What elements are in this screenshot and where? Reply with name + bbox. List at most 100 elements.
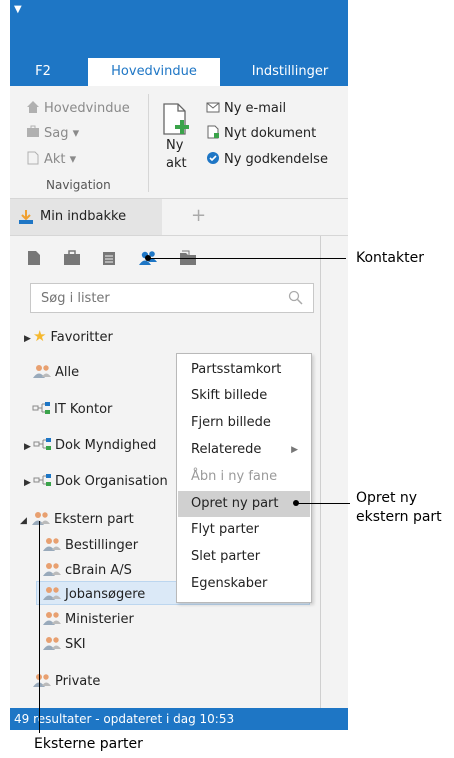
ny-email-button[interactable]: Ny e-mail [206, 100, 286, 116]
ribbon-sag-label: Sag ▾ [44, 126, 80, 141]
organization-icon [32, 402, 50, 414]
expand-caret-icon[interactable]: ▶ [24, 442, 33, 452]
expand-caret-icon[interactable]: ▶ [24, 478, 33, 488]
ribbon-sag-button[interactable]: Sag ▾ [26, 125, 79, 141]
email-icon [206, 102, 220, 113]
list-icon[interactable] [102, 251, 116, 266]
group-icon [43, 538, 61, 551]
tree-label: Ekstern part [54, 512, 134, 527]
submenu-arrow-icon: ▶ [291, 445, 298, 455]
tree-item-alle[interactable]: Alle [32, 363, 79, 380]
tree-label: Dok Organisation [55, 474, 168, 489]
tree-item-cbrain[interactable]: cBrain A/S [42, 561, 132, 578]
tree-item-ekstern-part[interactable]: ◢ Ekstern part [20, 510, 134, 527]
group-icon [43, 612, 61, 625]
ny-email-label: Ny e-mail [224, 101, 287, 116]
menu-item-flyt-parter[interactable]: Flyt parter [178, 517, 310, 543]
callout-line-kontakter [148, 258, 346, 259]
tree-label: Private [55, 674, 101, 689]
callout-dot-opret [293, 500, 299, 506]
tab-min-indbakke[interactable]: Min indbakke [10, 199, 162, 235]
callout-line-eksterne [39, 521, 40, 733]
callout-line-opret [296, 503, 350, 504]
tab-indstillinger[interactable]: Indstillinger [232, 58, 348, 86]
tree-label: Favoritter [50, 330, 113, 345]
tree-label: Alle [55, 365, 80, 380]
ribbon-hovedvindue-button[interactable]: Hovedvindue [26, 100, 130, 116]
tab-hovedvindue[interactable]: Hovedvindue [88, 58, 220, 86]
tree-item-it-kontor[interactable]: IT Kontor [32, 401, 112, 417]
pane-divider [320, 236, 321, 708]
ny-godkendelse-button[interactable]: Ny godkendelse [206, 151, 328, 167]
home-icon [27, 101, 39, 113]
callout-opret-line1: Opret ny [356, 490, 418, 506]
organization-icon [33, 438, 51, 450]
tree-item-jobansogere[interactable]: Jobansøgere [42, 585, 145, 602]
search-input[interactable] [39, 290, 283, 307]
nyt-dokument-label: Nyt dokument [224, 126, 317, 141]
group-icon [33, 674, 51, 687]
tree-label: IT Kontor [54, 402, 113, 417]
search-box[interactable] [30, 283, 314, 313]
tree-item-ministerier[interactable]: Ministerier [42, 610, 134, 627]
tree-item-dok-myndighed[interactable]: ▶ Dok Myndighed [24, 437, 156, 453]
ny-akt-label-line1: Ny [166, 138, 184, 153]
ribbon-separator [148, 94, 149, 192]
callout-dot-kontakter [145, 255, 151, 261]
menu-item-opret-ny-part[interactable]: Opret ny part [178, 491, 310, 517]
tree-item-favoritter[interactable]: ▶ ★ Favoritter [24, 327, 113, 345]
tree-label: cBrain A/S [65, 563, 132, 578]
organization-icon [33, 474, 51, 486]
collapse-caret-icon[interactable]: ◢ [20, 516, 31, 526]
ny-godkendelse-label: Ny godkendelse [224, 152, 328, 167]
approval-icon [207, 152, 219, 164]
menu-item-skift-billede[interactable]: Skift billede [178, 383, 310, 409]
navigation-group-label: Navigation [46, 178, 111, 192]
menu-item-egenskaber[interactable]: Egenskaber [178, 571, 310, 597]
ny-akt-label-line2: akt [166, 156, 187, 171]
expand-caret-icon[interactable]: ▶ [24, 334, 33, 344]
new-doc-icon [207, 125, 219, 139]
status-bar: 49 resultater - opdateret i dag 10:53 [10, 708, 348, 730]
group-icon [43, 587, 61, 600]
menu-item-fjern-billede[interactable]: Fjern billede [178, 410, 310, 436]
callout-opret-line2: ekstern part [356, 509, 442, 525]
quick-access-menu-icon[interactable]: ▼ [14, 4, 22, 15]
menu-item-partsstamkort[interactable]: Partsstamkort [178, 357, 310, 383]
min-indbakke-label: Min indbakke [40, 209, 127, 224]
group-icon [43, 637, 61, 650]
tree-item-bestillinger[interactable]: Bestillinger [42, 536, 138, 553]
tree-item-dok-organisation[interactable]: ▶ Dok Organisation [24, 473, 168, 489]
group-icon [32, 512, 50, 525]
menu-item-slet-parter[interactable]: Slet parter [178, 544, 310, 570]
callout-eksterne-parter: Eksterne parter [34, 736, 143, 752]
menu-item-aabn-ny-fane: Åbn i ny fane [191, 469, 278, 484]
inbox-icon [19, 210, 33, 224]
documents-icon[interactable] [27, 250, 41, 266]
ny-akt-button[interactable]: Ny akt [160, 102, 194, 174]
tree-item-ski[interactable]: SKI [42, 635, 86, 652]
add-tab-icon[interactable]: + [191, 205, 206, 226]
document-icon [27, 151, 39, 165]
new-document-icon [163, 103, 189, 135]
menu-item-relaterede[interactable]: Relaterede ▶ [178, 437, 310, 463]
cases-icon[interactable] [63, 250, 81, 266]
ribbon-hovedvindue-label: Hovedvindue [44, 101, 130, 116]
group-icon [33, 365, 51, 378]
tree-label: Ministerier [65, 612, 134, 627]
ribbon-akt-button[interactable]: Akt ▾ [26, 151, 76, 167]
nyt-dokument-button[interactable]: Nyt dokument [206, 125, 316, 141]
callout-kontakter: Kontakter [356, 250, 424, 266]
menu-item-label: Relaterede [191, 442, 262, 457]
ribbon-akt-label: Akt ▾ [44, 152, 77, 167]
tree-label: SKI [65, 637, 86, 652]
tree-label: Bestillinger [65, 538, 139, 553]
tree-label: Jobansøgere [65, 587, 146, 602]
search-icon[interactable] [288, 290, 304, 306]
tree-item-private[interactable]: Private [32, 672, 100, 689]
case-icon [27, 125, 39, 137]
tree-label: Dok Myndighed [55, 438, 157, 453]
tab-f2[interactable]: F2 [18, 58, 68, 86]
context-menu: Partsstamkort Skift billede Fjern billed… [176, 353, 312, 603]
group-icon [43, 563, 61, 576]
